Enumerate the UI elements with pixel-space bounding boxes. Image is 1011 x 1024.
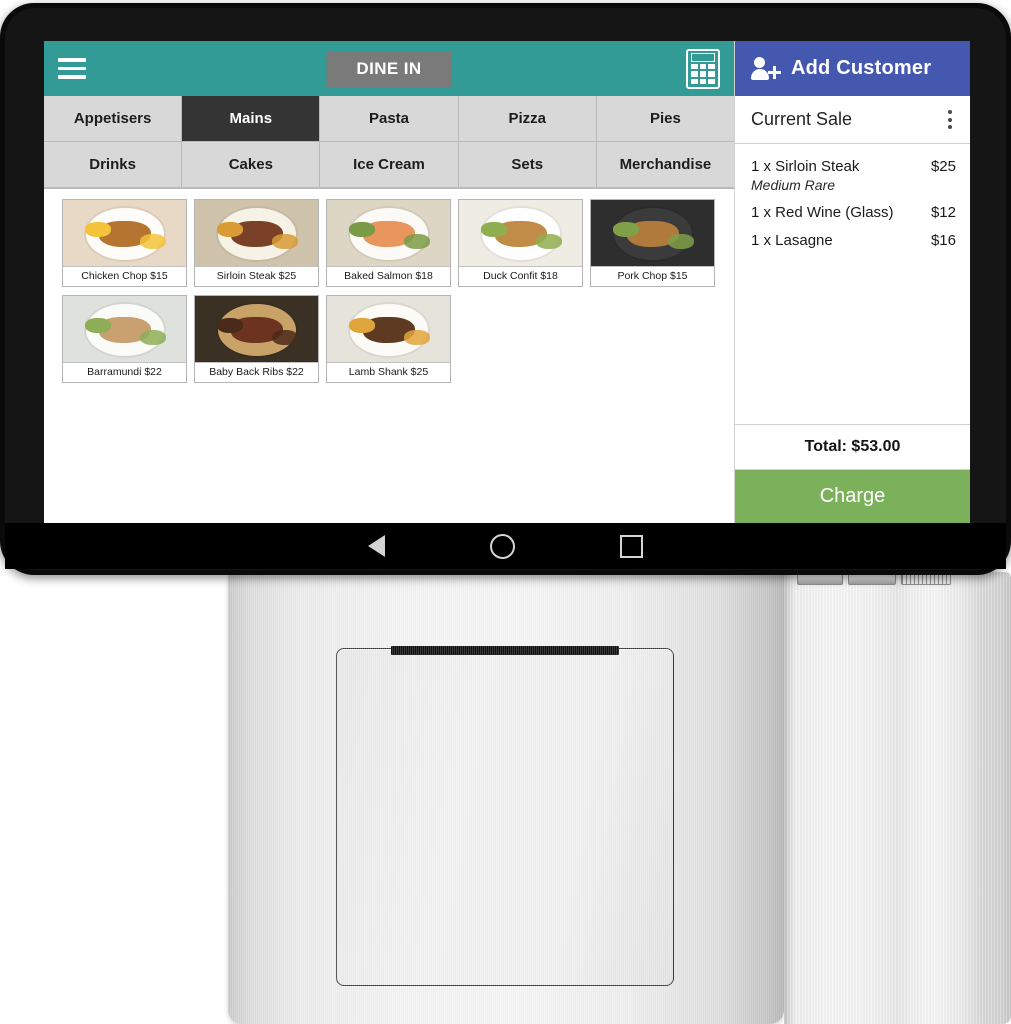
product-image bbox=[591, 200, 714, 266]
product-card[interactable]: Barramundi $22 bbox=[62, 295, 187, 383]
tab-merchandise[interactable]: Merchandise bbox=[596, 142, 735, 188]
hamburger-bar bbox=[58, 75, 86, 79]
tablet-screen: DINE IN Appetisers Mains Pasta Pizza Pie… bbox=[44, 41, 970, 523]
tab-sets[interactable]: Sets bbox=[458, 142, 597, 188]
product-label: Baked Salmon $18 bbox=[327, 266, 450, 286]
product-card[interactable]: Baked Salmon $18 bbox=[326, 199, 451, 287]
current-sale-title: Current Sale bbox=[751, 109, 853, 129]
tab-cakes[interactable]: Cakes bbox=[182, 142, 321, 188]
sale-line-item-row: 1 x Lasagne $16 bbox=[751, 232, 956, 249]
sale-line-item[interactable]: 1 x Lasagne $16 bbox=[751, 232, 956, 249]
printer-base bbox=[228, 565, 784, 1024]
tab-pasta[interactable]: Pasta bbox=[320, 96, 459, 142]
sale-item-list: 1 x Sirloin Steak $25 Medium Rare 1 x Red W… bbox=[735, 144, 970, 424]
product-card[interactable]: Sirloin Steak $25 bbox=[194, 199, 319, 287]
product-label: Pork Chop $15 bbox=[591, 266, 714, 286]
hamburger-bar bbox=[58, 58, 86, 62]
add-customer-button[interactable]: Add Customer bbox=[735, 41, 970, 96]
charge-button[interactable]: Charge bbox=[735, 470, 970, 523]
category-tab-row-2: Drinks Cakes Ice Cream Sets Merchandise bbox=[44, 142, 735, 188]
back-triangle-icon[interactable] bbox=[368, 535, 385, 557]
sale-line-item[interactable]: 1 x Sirloin Steak $25 Medium Rare bbox=[751, 158, 956, 193]
tab-ice-cream[interactable]: Ice Cream bbox=[320, 142, 459, 188]
calculator-icon[interactable] bbox=[686, 48, 720, 89]
sale-item-price: $25 bbox=[930, 158, 956, 175]
sale-item-note: Medium Rare bbox=[751, 177, 836, 193]
product-image bbox=[63, 296, 186, 362]
product-label: Barramundi $22 bbox=[63, 362, 186, 382]
order-type-button[interactable]: DINE IN bbox=[326, 50, 452, 87]
current-sale-panel: Add Customer Current Sale 1 x Sirloin St… bbox=[734, 41, 970, 523]
hamburger-bar bbox=[58, 66, 86, 71]
sale-item-name: 1 x Sirloin Steak bbox=[751, 158, 860, 175]
hamburger-icon[interactable] bbox=[44, 41, 100, 96]
product-image bbox=[195, 296, 318, 362]
current-sale-header: Current Sale bbox=[735, 96, 970, 144]
printer-paper-door[interactable] bbox=[336, 646, 674, 986]
product-image bbox=[459, 200, 582, 266]
sale-line-item-row: 1 x Red Wine (Glass) $12 bbox=[751, 204, 956, 221]
product-card[interactable]: Baby Back Ribs $22 bbox=[194, 295, 319, 383]
product-label: Sirloin Steak $25 bbox=[195, 266, 318, 286]
product-card[interactable]: Chicken Chop $15 bbox=[62, 199, 187, 287]
sale-item-name: 1 x Red Wine (Glass) bbox=[751, 204, 894, 221]
pos-tablet: DINE IN Appetisers Mains Pasta Pizza Pie… bbox=[0, 3, 1011, 575]
calculator-keys bbox=[691, 63, 715, 85]
product-label: Baby Back Ribs $22 bbox=[195, 362, 318, 382]
printer-base-right-panel bbox=[784, 572, 1011, 1024]
sale-total: Total: $53.00 bbox=[735, 424, 970, 470]
product-card[interactable]: Pork Chop $15 bbox=[590, 199, 715, 287]
product-label: Lamb Shank $25 bbox=[327, 362, 450, 382]
category-tab-row-1: Appetisers Mains Pasta Pizza Pies bbox=[44, 96, 735, 142]
tab-appetisers[interactable]: Appetisers bbox=[44, 96, 183, 142]
menu-pane: DINE IN Appetisers Mains Pasta Pizza Pie… bbox=[44, 41, 735, 523]
printer-paper-slot bbox=[391, 646, 619, 655]
product-image bbox=[327, 200, 450, 266]
sale-item-price: $16 bbox=[930, 232, 956, 249]
recents-square-icon[interactable] bbox=[620, 534, 643, 558]
add-customer-label: Add Customer bbox=[791, 57, 932, 79]
category-tab-bar: Appetisers Mains Pasta Pizza Pies Drinks… bbox=[44, 96, 735, 189]
sale-line-item-row: 1 x Sirloin Steak $25 bbox=[751, 158, 956, 175]
product-grid: Chicken Chop $15 Sirloin Steak $25 Baked S… bbox=[44, 189, 734, 523]
product-image bbox=[195, 200, 318, 266]
android-navigation-bar bbox=[5, 523, 1006, 569]
more-vertical-icon[interactable] bbox=[944, 105, 956, 134]
product-image bbox=[327, 296, 450, 362]
tab-mains[interactable]: Mains bbox=[182, 96, 321, 142]
product-label: Chicken Chop $15 bbox=[63, 266, 186, 286]
home-circle-icon[interactable] bbox=[490, 533, 515, 559]
sale-item-price: $12 bbox=[930, 204, 956, 221]
sale-line-item[interactable]: 1 x Red Wine (Glass) $12 bbox=[751, 204, 956, 221]
tab-pizza[interactable]: Pizza bbox=[458, 96, 597, 142]
product-label: Duck Confit $18 bbox=[459, 266, 582, 286]
product-card[interactable]: Lamb Shank $25 bbox=[326, 295, 451, 383]
sale-item-name: 1 x Lasagne bbox=[751, 232, 833, 249]
tab-pies[interactable]: Pies bbox=[596, 96, 735, 142]
app-top-bar: DINE IN bbox=[44, 41, 734, 96]
person-add-icon bbox=[751, 56, 781, 82]
calculator-display bbox=[691, 52, 715, 62]
tab-drinks[interactable]: Drinks bbox=[44, 142, 183, 188]
product-card[interactable]: Duck Confit $18 bbox=[458, 199, 583, 287]
product-image bbox=[63, 200, 186, 266]
